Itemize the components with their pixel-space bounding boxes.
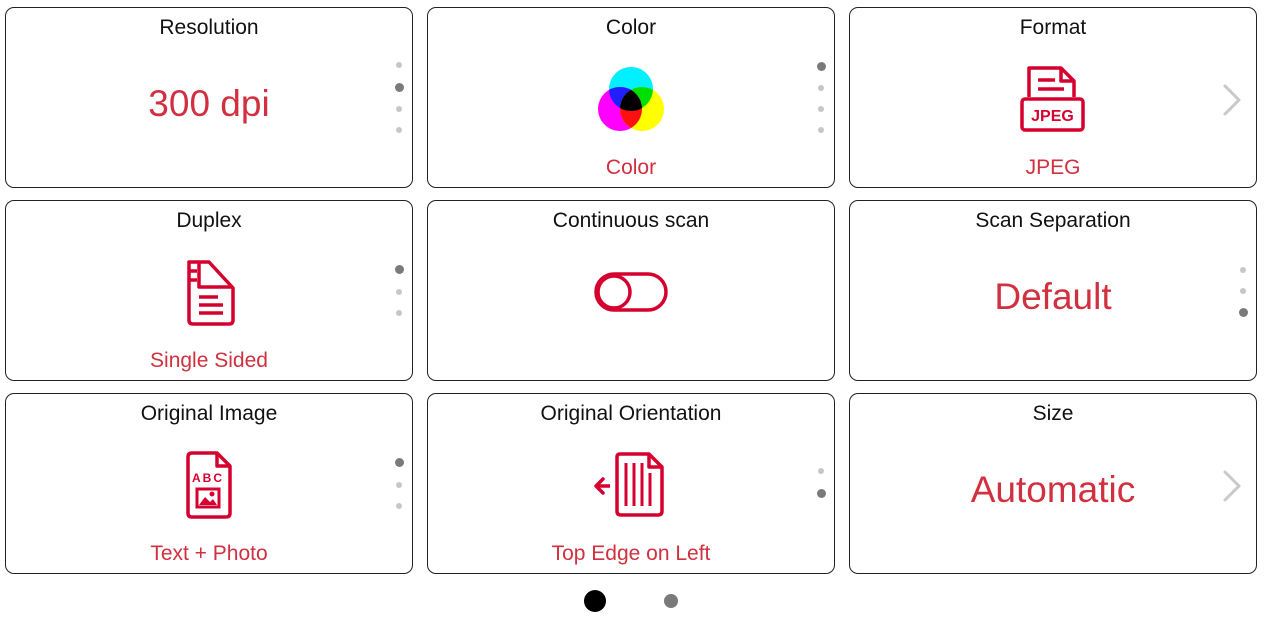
scan-separation-value: Default <box>994 276 1112 317</box>
option-dot <box>818 85 824 91</box>
chevron-right-icon[interactable] <box>1220 469 1244 503</box>
option-scroll-indicator <box>395 458 404 518</box>
tile-title: Size <box>1032 402 1074 425</box>
tile-color[interactable]: Color Color <box>427 7 835 188</box>
option-dot-active <box>395 83 404 92</box>
size-value: Automatic <box>970 469 1136 510</box>
page-dot[interactable] <box>664 594 678 608</box>
color-circles-icon <box>598 67 664 131</box>
option-dot <box>1240 288 1246 294</box>
jpeg-file-icon: JPEG <box>1020 66 1085 132</box>
tile-size[interactable]: Size Automatic <box>849 393 1257 574</box>
color-value: Color <box>605 156 657 179</box>
tile-title: Color <box>605 16 657 39</box>
option-dot-active <box>1239 308 1248 317</box>
tile-title: Original Orientation <box>540 402 722 425</box>
orientation-value: Top Edge on Left <box>551 542 711 565</box>
option-scroll-indicator <box>395 60 404 140</box>
option-dot <box>818 127 824 133</box>
tile-resolution[interactable]: Resolution 300 dpi <box>5 7 413 188</box>
resolution-value: 300 dpi <box>148 83 270 124</box>
option-dot <box>396 310 402 316</box>
option-dot <box>396 503 402 509</box>
tile-title: Duplex <box>176 209 242 232</box>
tile-title: Continuous scan <box>552 209 710 232</box>
option-dot <box>818 468 824 474</box>
tile-title: Original Image <box>140 402 278 425</box>
option-dot <box>396 127 402 133</box>
tile-original-orientation[interactable]: Original Orientation Top Edge on Left <box>427 393 835 574</box>
option-dot <box>396 106 402 112</box>
duplex-value: Single Sided <box>150 349 268 372</box>
option-dot <box>396 482 402 488</box>
tile-format[interactable]: Format JPEG JPEG <box>849 7 1257 188</box>
tile-title: Format <box>1019 16 1087 39</box>
tile-title: Scan Separation <box>975 209 1131 232</box>
svg-text:JPEG: JPEG <box>1031 108 1074 125</box>
text-photo-document-icon: ABC <box>186 451 232 519</box>
svg-text:ABC: ABC <box>192 471 224 485</box>
option-dot <box>396 62 402 68</box>
option-scroll-indicator <box>817 466 826 506</box>
option-dot-active <box>395 265 404 274</box>
orientation-left-icon <box>594 452 664 517</box>
option-scroll-indicator <box>1239 265 1248 325</box>
tile-original-image[interactable]: Original Image ABC Text + Photo <box>5 393 413 574</box>
option-dot-active <box>817 489 826 498</box>
option-dot <box>396 289 402 295</box>
tile-scan-separation[interactable]: Scan Separation Default <box>849 200 1257 381</box>
tile-duplex[interactable]: Duplex Single Sided <box>5 200 413 381</box>
chevron-right-icon[interactable] <box>1220 83 1244 117</box>
option-dot <box>1240 267 1246 273</box>
toggle-switch-icon[interactable] <box>594 272 668 312</box>
option-scroll-indicator <box>817 60 826 140</box>
page-dot-active[interactable] <box>584 590 606 612</box>
option-dot-active <box>395 458 404 467</box>
format-value: JPEG <box>1025 156 1081 179</box>
single-sided-page-icon <box>187 260 235 326</box>
tile-continuous-scan[interactable]: Continuous scan <box>427 200 835 381</box>
option-dot <box>818 106 824 112</box>
original-image-value: Text + Photo <box>150 542 268 565</box>
option-dot-active <box>817 62 826 71</box>
option-scroll-indicator <box>395 265 404 325</box>
tile-title: Resolution <box>159 16 259 39</box>
